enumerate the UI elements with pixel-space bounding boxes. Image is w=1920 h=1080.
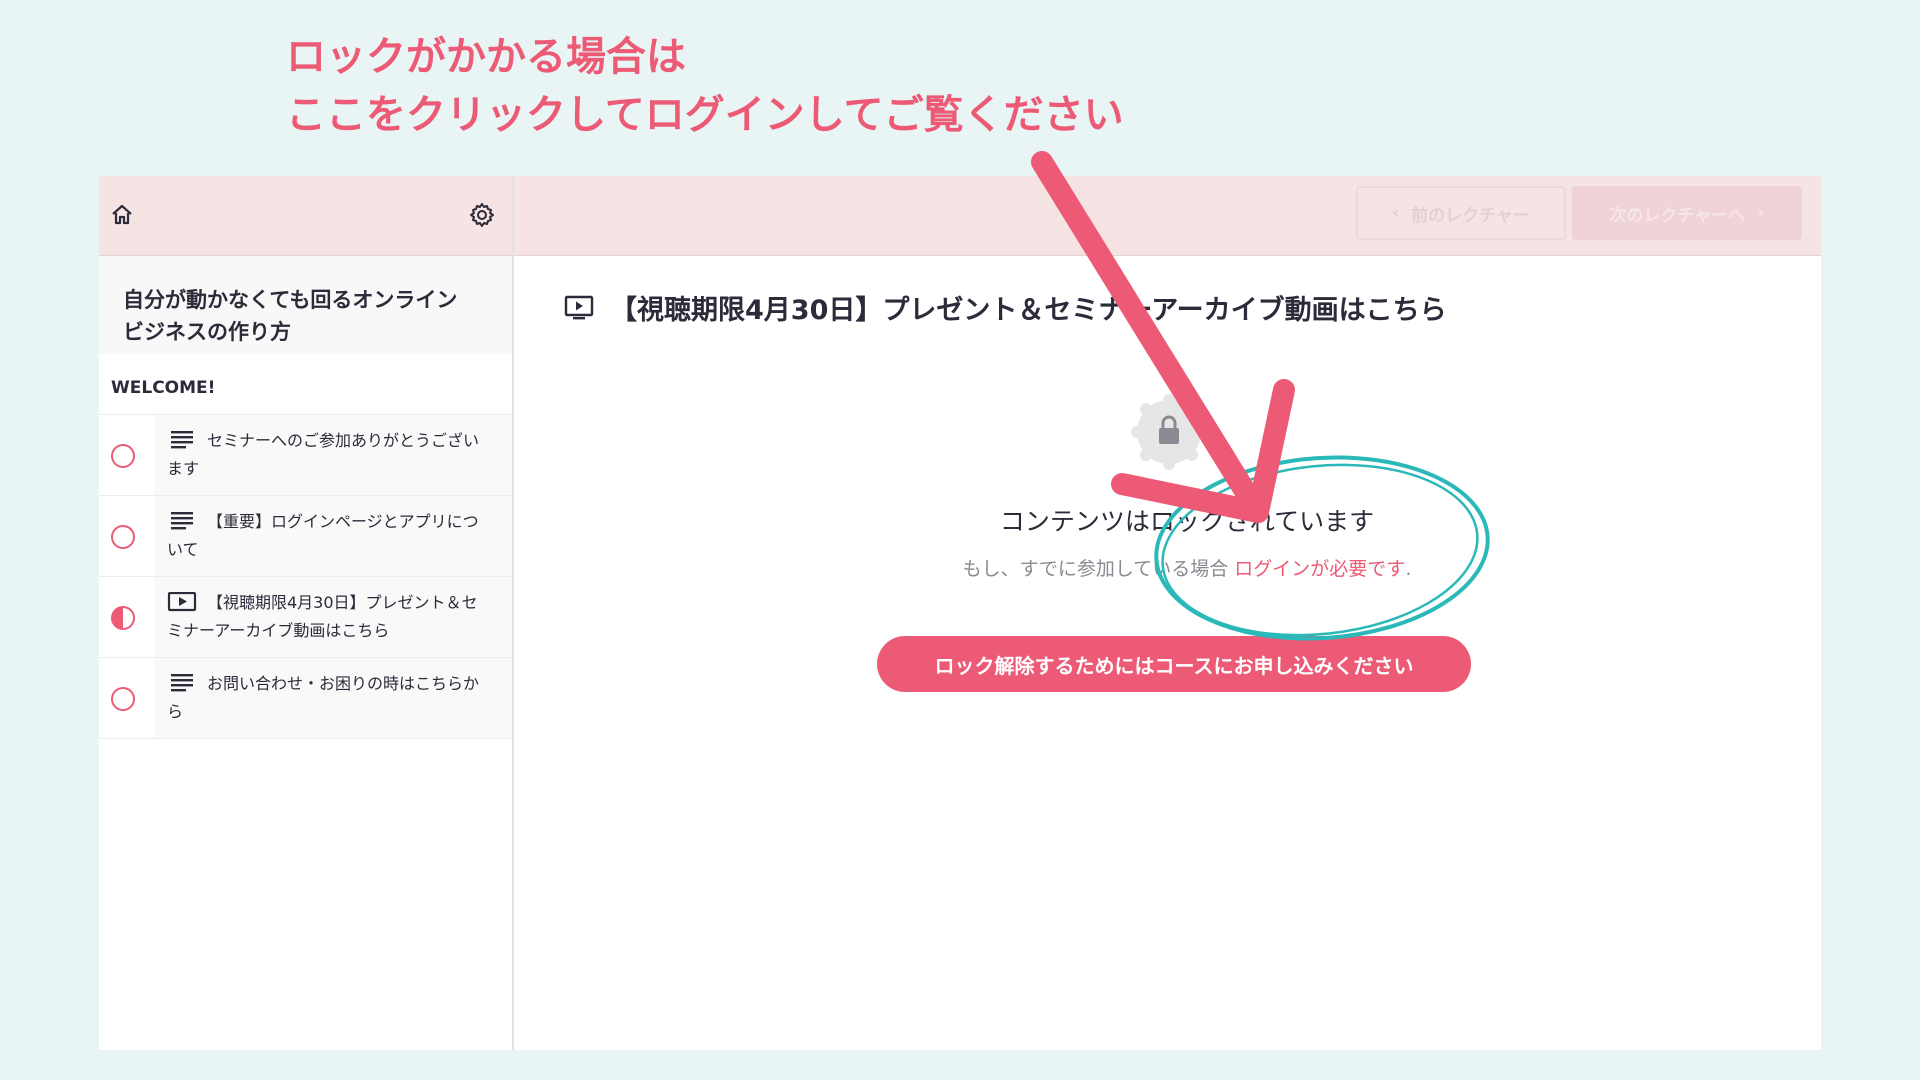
previous-lecture-label: 前のレクチャー [1411, 205, 1530, 226]
lecture-title-line-2: ら [167, 702, 184, 721]
lecture-title: 【視聴期限4月30日】プレゼント＆セミナーアーカイブ動画はこちら [610, 295, 1447, 326]
chevron-right-icon: › [1757, 203, 1765, 223]
login-link[interactable]: ログインが必要です [1234, 558, 1405, 580]
lecture-title-line-2: ミナーアーカイブ動画はこちら [167, 621, 390, 640]
lock-icon [1131, 394, 1207, 470]
section-title: WELCOME! [99, 354, 512, 415]
curriculum-sidebar: 自分が動かなくても回るオンライン ビジネスの作り方 WELCOME! セミナーへ… [99, 176, 514, 1050]
home-icon[interactable] [107, 200, 137, 230]
course-title-line-2: ビジネスの作り方 [123, 320, 291, 344]
course-player: 自分が動かなくても回るオンライン ビジネスの作り方 WELCOME! セミナーへ… [99, 176, 1821, 1050]
next-lecture-button[interactable]: 次のレクチャーへ › [1572, 186, 1802, 240]
lecture-item[interactable]: セミナーへのご参加ありがとうござい ます [99, 415, 512, 496]
text-icon [171, 512, 193, 530]
lecture-title-line-2: いて [167, 540, 199, 559]
gear-icon[interactable] [467, 200, 497, 230]
lecture-heading: 【視聴期限4月30日】プレゼント＆セミナーアーカイブ動画はこちら [564, 288, 1447, 327]
lecture-status-in-progress [111, 606, 135, 630]
sidebar-header [99, 176, 512, 256]
lecture-title-line-1: 【重要】ログインページとアプリにつ [207, 512, 479, 531]
lecture-title-line-2: ます [167, 459, 200, 478]
lecture-status-not-started [111, 444, 135, 468]
locked-subtitle-prefix: もし、すでに参加している場合 [962, 558, 1229, 580]
lecture-status-not-started [111, 525, 135, 549]
video-icon [564, 295, 594, 319]
video-icon [167, 592, 197, 612]
lecture-title-line-1: セミナーへのご参加ありがとうござい [207, 431, 480, 450]
enroll-button[interactable]: ロック解除するためにはコースにお申し込みください [877, 636, 1471, 692]
annotation-heading: ロックがかかる場合は ここをクリックしてログインしてご覧ください [286, 28, 1124, 144]
locked-subtitle: もし、すでに参加している場合 ログインが必要です. [875, 554, 1499, 581]
text-icon [171, 674, 193, 692]
locked-title: コンテンツはロックされています [999, 507, 1375, 536]
text-icon [171, 431, 193, 449]
lecture-item[interactable]: お問い合わせ・お困りの時はこちらか ら [99, 658, 512, 739]
annotation-line-2: ここをクリックしてログインしてご覧ください [286, 92, 1124, 138]
previous-lecture-button[interactable]: ‹ 前のレクチャー [1356, 186, 1566, 240]
course-title: 自分が動かなくても回るオンライン ビジネスの作り方 [99, 256, 512, 354]
lecture-status-not-started [111, 687, 135, 711]
lecture-topbar: ‹ 前のレクチャー 次のレクチャーへ › [514, 176, 1821, 256]
chevron-left-icon: ‹ [1392, 203, 1400, 223]
lecture-title-line-1: お問い合わせ・お困りの時はこちらか [207, 674, 480, 693]
lecture-item[interactable]: 【重要】ログインページとアプリにつ いて [99, 496, 512, 577]
course-title-line-1: 自分が動かなくても回るオンライン [123, 288, 458, 312]
annotation-line-1: ロックがかかる場合は [286, 34, 686, 80]
locked-subtitle-suffix: . [1405, 558, 1412, 580]
lecture-title-line-1: 【視聴期限4月30日】プレゼント＆セ [207, 593, 478, 612]
lecture-item-current[interactable]: 【視聴期限4月30日】プレゼント＆セ ミナーアーカイブ動画はこちら [99, 577, 512, 658]
next-lecture-label: 次のレクチャーへ [1609, 205, 1746, 226]
